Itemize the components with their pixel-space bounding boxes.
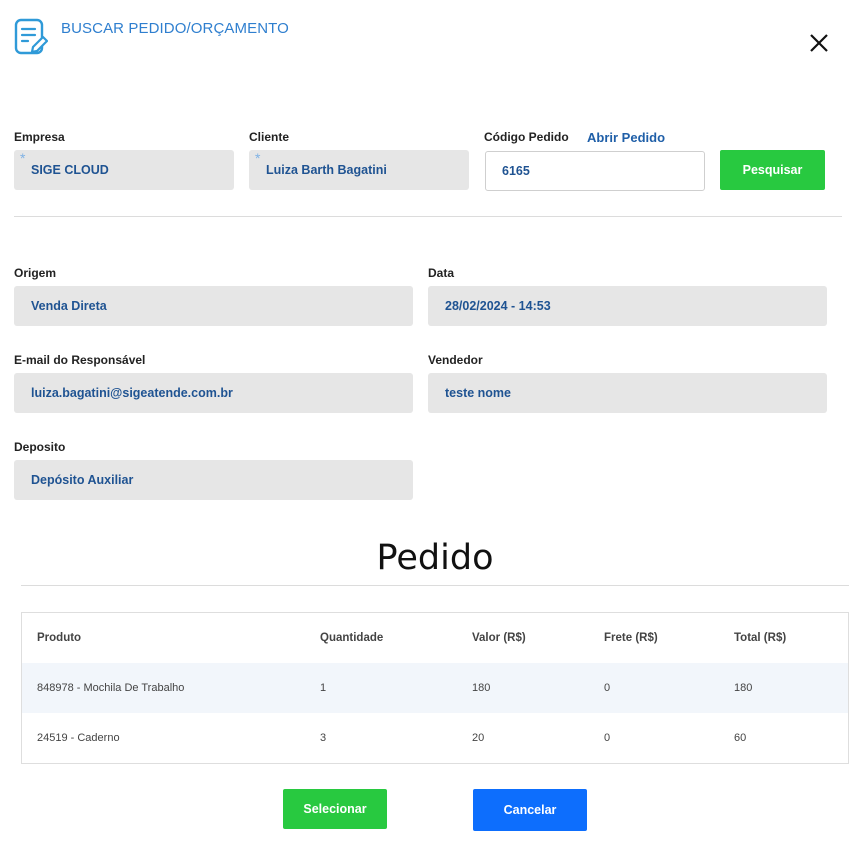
- empresa-field[interactable]: * SIGE CLOUD: [14, 150, 234, 190]
- cliente-label: Cliente: [249, 130, 290, 144]
- cell-valor: 180: [472, 682, 491, 694]
- column-header-quantidade: Quantidade: [320, 632, 384, 644]
- cell-produto: 24519 - Caderno: [37, 732, 120, 744]
- divider: [14, 216, 842, 217]
- cell-frete: 0: [604, 682, 611, 694]
- cell-total: 180: [734, 682, 753, 694]
- vendedor-label: Vendedor: [428, 353, 483, 367]
- required-marker: *: [20, 150, 26, 166]
- cancelar-button[interactable]: Cancelar: [473, 789, 587, 831]
- cell-valor: 20: [472, 732, 485, 744]
- email-label: E-mail do Responsável: [14, 353, 146, 367]
- column-header-frete: Frete (R$): [604, 632, 658, 644]
- cliente-value: Luiza Barth Bagatini: [266, 163, 387, 177]
- origem-label: Origem: [14, 266, 57, 280]
- table-header-row: Produto Quantidade Valor (R$) Frete (R$)…: [22, 613, 848, 663]
- cell-frete: 0: [604, 732, 611, 744]
- modal-title: BUSCAR PEDIDO/ORÇAMENTO: [61, 20, 289, 37]
- codigo-pedido-input[interactable]: 6165: [485, 151, 705, 191]
- cell-quantidade: 1: [320, 682, 327, 694]
- table-row[interactable]: 848978 - Mochila De Trabalho 1 180 0 180: [22, 663, 848, 713]
- column-header-total: Total (R$): [734, 632, 787, 644]
- empresa-label: Empresa: [14, 130, 65, 144]
- document-edit-icon: [14, 18, 49, 58]
- close-icon[interactable]: [806, 30, 832, 56]
- empresa-value: SIGE CLOUD: [31, 163, 109, 177]
- data-field: 28/02/2024 - 14:53: [428, 286, 827, 326]
- order-divider: [21, 585, 849, 586]
- required-marker: *: [255, 150, 261, 166]
- cell-produto: 848978 - Mochila De Trabalho: [37, 682, 185, 694]
- column-header-valor: Valor (R$): [472, 632, 526, 644]
- email-field: luiza.bagatini@sigeatende.com.br: [14, 373, 413, 413]
- codigo-pedido-label: Código Pedido: [484, 130, 569, 144]
- data-label: Data: [428, 266, 455, 280]
- abrir-pedido-link[interactable]: Abrir Pedido: [587, 130, 665, 145]
- table-row[interactable]: 24519 - Caderno 3 20 0 60: [22, 713, 848, 763]
- cell-total: 60: [734, 732, 747, 744]
- pesquisar-button[interactable]: Pesquisar: [720, 150, 825, 190]
- column-header-produto: Produto: [37, 632, 82, 644]
- origem-field: Venda Direta: [14, 286, 413, 326]
- selecionar-button[interactable]: Selecionar: [283, 789, 387, 829]
- cell-quantidade: 3: [320, 732, 327, 744]
- cliente-field[interactable]: * Luiza Barth Bagatini: [249, 150, 469, 190]
- deposito-label: Deposito: [14, 440, 66, 454]
- order-title: Pedido: [376, 538, 494, 578]
- order-table: Produto Quantidade Valor (R$) Frete (R$)…: [21, 612, 849, 764]
- vendedor-field: teste nome: [428, 373, 827, 413]
- deposito-field: Depósito Auxiliar: [14, 460, 413, 500]
